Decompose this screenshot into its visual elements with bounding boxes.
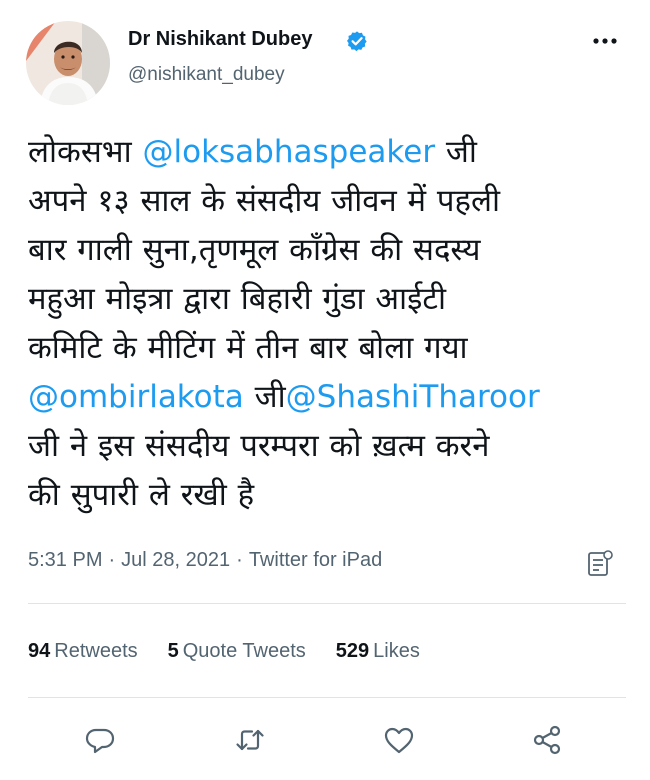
tweet-text-segment: कमिटि के मीटिंग में तीन बार बोला गया (28, 330, 468, 366)
tweet-meta: 5:31 PM · Jul 28, 2021 · Twitter for iPad (28, 549, 382, 572)
tweet-text-line: अपने १३ साल के संसदीय जीवन में पहली (28, 177, 628, 226)
more-horizontal-icon[interactable] (588, 30, 622, 52)
meta-separator: · (108, 549, 116, 571)
tweet-text-segment: अपने १३ साल के संसदीय जीवन में पहली (28, 183, 501, 219)
like-icon[interactable] (381, 722, 417, 758)
verified-badge-icon (346, 30, 368, 52)
engagement-stats: 94 Retweets 5 Quote Tweets 529 Likes (28, 640, 450, 663)
tweet-text-segment: बार गाली सुना,तृणमूल कॉंग्रेस की सदस्य (28, 232, 481, 268)
likes-stat[interactable]: 529 Likes (336, 640, 420, 663)
tweet-source[interactable]: Twitter for iPad (249, 549, 382, 571)
reply-icon[interactable] (82, 722, 118, 758)
tweet-text-line: जी ने इस संसदीय परम्परा को ख़त्म करने (28, 422, 628, 471)
avatar[interactable] (26, 21, 110, 105)
tweet-date[interactable]: Jul 28, 2021 (121, 549, 230, 571)
tweet-text-line: कमिटि के मीटिंग में तीन बार बोला गया (28, 324, 628, 373)
retweets-stat[interactable]: 94 Retweets (28, 640, 138, 663)
retweets-label: Retweets (54, 640, 138, 662)
quote-tweets-count: 5 (167, 640, 179, 662)
tweet-text-line: लोकसभा @loksabhaspeaker जी (28, 128, 628, 177)
likes-label: Likes (373, 640, 420, 662)
retweets-count: 94 (28, 640, 51, 662)
mention-link[interactable]: @loksabhaspeaker (143, 134, 436, 170)
avatar-image (26, 21, 110, 105)
quote-tweets-label: Quote Tweets (182, 640, 306, 662)
tweet-card: Dr Nishikant Dubey @nishikant_dubey लोकस… (0, 0, 650, 780)
mention-link[interactable]: @ShashiTharoor (286, 379, 540, 415)
display-name[interactable]: Dr Nishikant Dubey (128, 28, 312, 51)
share-icon[interactable] (529, 722, 565, 758)
tweet-text-segment: जी (243, 379, 286, 415)
tweet-text-line: @ombirlakota जी@ShashiTharoor (28, 373, 628, 422)
user-handle[interactable]: @nishikant_dubey (128, 64, 285, 86)
tweet-text-segment: जी (435, 134, 477, 170)
divider (28, 603, 626, 604)
tweet-text-segment: लोकसभा (28, 134, 143, 170)
retweet-icon[interactable] (232, 722, 268, 758)
tweet-text-line: बार गाली सुना,तृणमूल कॉंग्रेस की सदस्य (28, 226, 628, 275)
mention-link[interactable]: @ombirlakota (28, 379, 244, 415)
tweet-text-line: महुआ मोइत्रा द्वारा बिहारी गुंडा आईटी (28, 275, 628, 324)
tweet-time[interactable]: 5:31 PM (28, 549, 102, 571)
meta-separator: · (236, 549, 243, 571)
tweet-text-segment: की सुपारी ले रखी है (28, 477, 255, 513)
tweet-text: लोकसभा @loksabhaspeaker जी अपने १३ साल के… (28, 128, 628, 520)
quote-tweets-stat[interactable]: 5 Quote Tweets (168, 640, 306, 663)
likes-count: 529 (335, 640, 370, 662)
tweet-text-line: की सुपारी ले रखी है (28, 471, 628, 520)
analytics-icon[interactable] (584, 548, 614, 578)
tweet-text-segment: महुआ मोइत्रा द्वारा बिहारी गुंडा आईटी (28, 281, 446, 317)
divider (28, 697, 626, 698)
tweet-text-segment: जी ने इस संसदीय परम्परा को ख़त्म करने (28, 428, 490, 464)
